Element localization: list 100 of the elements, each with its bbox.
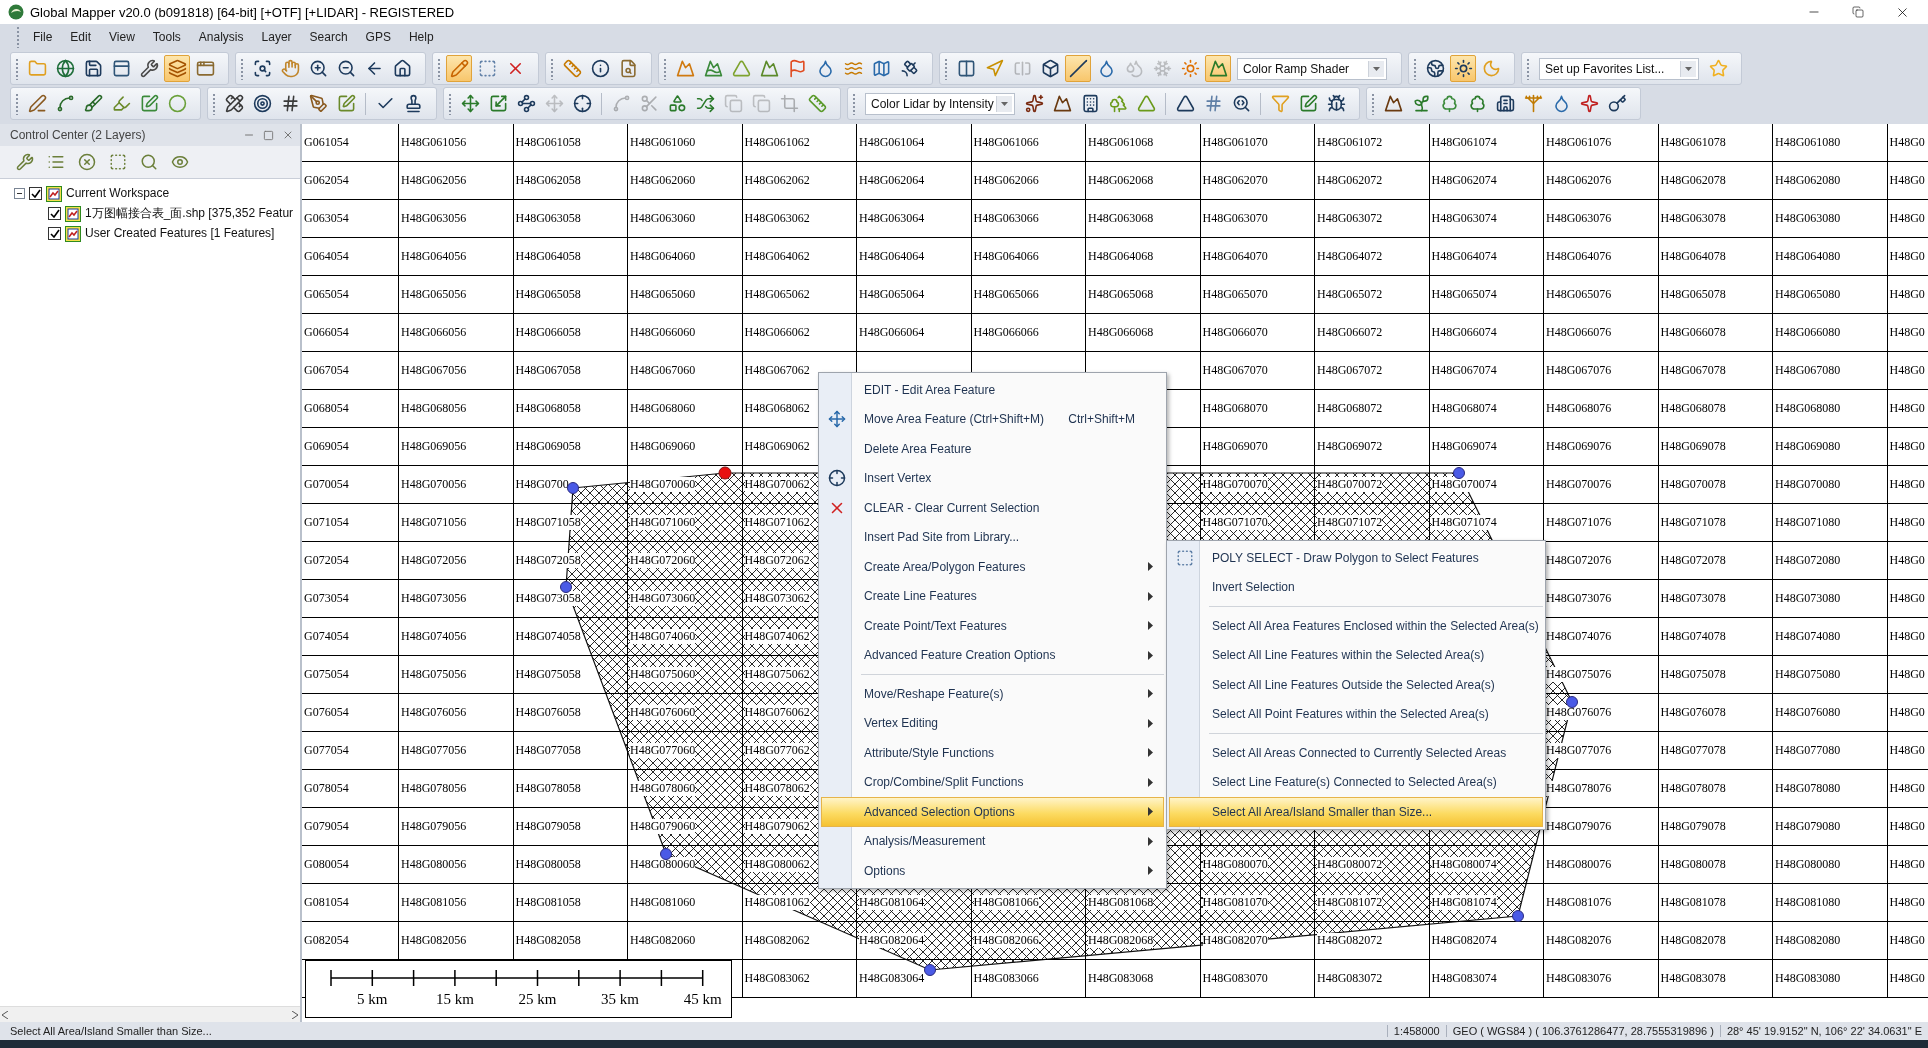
menu-item[interactable]: Options [821,856,1164,886]
grid-label: H48G073062 [744,591,810,606]
menu-item[interactable]: Move Area Feature (Ctrl+Shift+M) Ctrl+Shift+M [821,404,1164,434]
grid-label: H48G081072 [1317,895,1383,910]
menu-item[interactable]: Select All Area/Island Smaller than Size... [1169,797,1543,827]
menu-item[interactable]: Move/Reshape Feature(s) [821,679,1164,709]
grid-label: H48G075060 [630,667,696,682]
menu-item[interactable]: Select All Line Features within the Selected Area(s) [1169,640,1543,670]
menu-item[interactable]: Vertex Editing [821,708,1164,738]
menu-item[interactable]: Select All Line Features Outside the Selected Area(s) [1169,670,1543,700]
projection-info: GEO ( WGS84 ) ( 106.3761286477, 28.7555319896 ) [1445,1025,1720,1037]
menu-item[interactable]: Create Point/Text Features [821,611,1164,641]
grid-label: H48G078062 [744,781,810,796]
grid-label: H48G080072 [1317,857,1383,872]
scale-label: 25 km [517,991,558,1008]
grid-label: H48G077060 [630,743,696,758]
grid-label: H48G077062 [744,743,810,758]
menu-item[interactable]: Select All Area Features Enclosed within the Selected Area(s) [1169,611,1543,641]
grid-label: H48G081062 [744,895,810,910]
grid-label: H48G072060 [630,553,696,568]
panel-title: Control Center (2 Layers) [10,128,146,142]
grid-label: H48G074060 [630,629,696,644]
menu-item[interactable]: Analysis/Measurement [821,826,1164,856]
menu-item[interactable]: Crop/Combine/Split Functions [821,767,1164,797]
grid-label: H48G070072 [1317,477,1383,492]
menu-item[interactable]: Invert Selection [1169,572,1543,602]
menu-bar-item[interactable]: View [101,28,143,46]
menu-bar-item[interactable]: Analysis [190,28,252,46]
grid-label: H48G071060 [630,515,696,530]
menu-item[interactable]: Select All Point Features within the Selected Area(s) [1169,699,1543,729]
menu-bar-item[interactable]: Help [400,28,442,46]
grid-label: H48G074062 [744,629,810,644]
grid-label: H48G081066 [973,895,1039,910]
menu-bar-item[interactable]: GPS [357,28,399,46]
grid-label: H48G082064 [859,933,925,948]
dropdown[interactable]: Color Lidar by Intensity [865,92,1015,115]
grid-label: H48G082070 [1202,933,1268,948]
menu-item[interactable]: Advanced Selection Options [821,797,1164,827]
grid-label: H48G070060 [630,477,696,492]
grid-label: H48G078076 [1546,781,1612,796]
grid-label: H48G076076 [1546,705,1612,720]
grid-label: H48G081070 [1202,895,1268,910]
grid-label: H48G076060 [630,705,696,720]
grid-label: H48G079062 [744,819,810,834]
grid-label: H48G075062 [744,667,810,682]
scale-label: 15 km [434,991,475,1008]
status-message: Select All Area/Island Smaller than Size... [9,1025,212,1037]
grid-label: H48G077076 [1546,743,1612,758]
menu-bar-item[interactable]: Search [301,28,356,46]
grid-label: H48G080070 [1202,857,1268,872]
menu-item[interactable]: Select All Areas Connected to Currently Selected Areas [1169,738,1543,768]
grid-label: H48G073058 [515,591,581,606]
grid-label: H48G072058 [515,553,581,568]
menu-item[interactable]: EDIT - Edit Area Feature [821,375,1164,405]
grid-label: H48G070074 [1431,477,1497,492]
grid-label: H48G081068 [1088,895,1154,910]
menu-bar-item[interactable]: File [25,28,61,46]
dropdown[interactable]: Color Ramp Shader [1237,57,1387,80]
grid-label: H48G071070 [1202,515,1268,530]
grid-label: H48G076062 [744,705,810,720]
menu-item[interactable]: Create Line Features [821,581,1164,611]
grid-label: H48G071058 [515,515,581,530]
menu-item[interactable]: Select Line Feature(s) Connected to Selected Area(s) [1169,767,1543,797]
layer-name[interactable]: User Created Features [1 Features] [85,225,275,241]
grid-label: H48G081074 [1431,895,1497,910]
menu-item[interactable]: POLY SELECT - Draw Polygon to Select Features [1169,543,1543,573]
grid-label: H48G079060 [630,819,696,834]
dropdown[interactable]: Set up Favorites List... [1539,57,1699,80]
menu-item[interactable]: Insert Pad Site from Library... [821,522,1164,552]
grid-label: H48G071074 [1431,515,1497,530]
layer-name[interactable]: Current Workspace [66,185,170,201]
grid-label: H48G070062 [744,477,810,492]
grid-label: H48G073060 [630,591,696,606]
menu-item[interactable]: Attribute/Style Functions [821,738,1164,768]
grid-label: H48G072062 [744,553,810,568]
grid-label: H48G070070 [1202,477,1268,492]
grid-label: H48G075076 [1546,667,1612,682]
scale-label: 45 km [682,991,723,1008]
map-scale: 1:458000 [1386,1025,1446,1037]
menu-item[interactable]: Advanced Feature Creation Options [821,640,1164,670]
shortcut-text: Ctrl+Shift+M [1068,412,1135,427]
grid-label: H48G080074 [1431,857,1497,872]
grid-label: H48G078060 [630,781,696,796]
layer-name[interactable]: 1万图幅接合表_面.shp [375,352 Featur [85,205,294,221]
grid-label: H48G071062 [744,515,810,530]
grid-label: H48G082066 [973,933,1039,948]
scale-label: 5 km [356,991,389,1008]
window-title: Global Mapper v20.0 (b091818) [64-bit] [+OTF] [+LIDAR] - REGISTERED [30,4,455,20]
menu-item[interactable]: Insert Vertex [821,463,1164,493]
menu-bar-item[interactable]: Layer [253,28,300,46]
menu-item[interactable]: Delete Area Feature [821,434,1164,464]
menu-item[interactable]: Create Area/Polygon Features [821,552,1164,582]
menu-item[interactable]: CLEAR - Clear Current Selection [821,493,1164,523]
menu-bar-item[interactable]: Tools [144,28,189,46]
cursor-position: 28° 45' 19.9152" N, 106° 22' 34.0631" E [1719,1025,1928,1037]
grid-label: H48G082068 [1088,933,1154,948]
menu-bar-item[interactable]: Edit [62,28,100,46]
scale-label: 35 km [600,991,641,1008]
grid-label: H48G080062 [744,857,810,872]
grid-label: H48G071072 [1317,515,1383,530]
